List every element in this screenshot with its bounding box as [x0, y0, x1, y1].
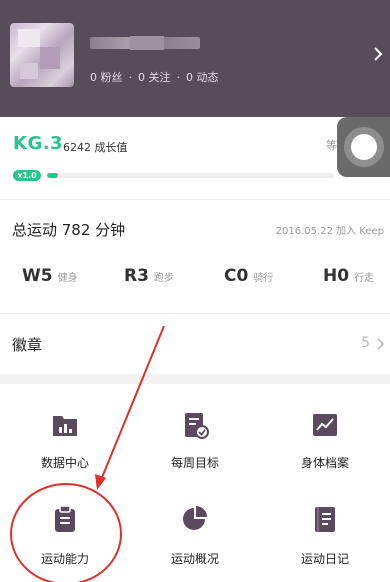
level-progress-bar	[47, 173, 334, 178]
sport-level-label: 跑步	[153, 273, 174, 284]
badges-count: 5	[361, 335, 370, 351]
sport-level-cycling[interactable]: C0 骑行	[224, 266, 273, 286]
grid-item-weekly-goal[interactable]: 每周目标	[130, 394, 260, 494]
sport-level-label: 骑行	[253, 273, 274, 284]
posts-count[interactable]: 0 动态	[186, 71, 219, 84]
profile-header[interactable]: 0 粉丝 · 0 关注 · 0 动态	[0, 0, 390, 117]
floating-assistive-button[interactable]	[337, 117, 390, 177]
grid-item-data-center[interactable]: 数据中心	[0, 394, 130, 494]
divider	[0, 199, 390, 200]
multiplier-badge: x1.0	[13, 170, 41, 181]
chevron-right-icon	[377, 338, 385, 350]
sport-level-label: 健身	[57, 273, 78, 284]
grid-item-label: 运动概况	[170, 552, 219, 566]
clipboard-icon	[55, 505, 75, 532]
level-name: KG.3	[13, 133, 64, 154]
sport-levels-row: W5 健身 R3 跑步 C0 骑行 H0 行走	[0, 266, 390, 286]
badges-row[interactable]: 徽章 5	[0, 330, 390, 358]
separator-dot: ·	[128, 71, 133, 84]
grid-item-exercise-diary[interactable]: 运动日记	[260, 482, 390, 582]
sport-level-running[interactable]: R3 跑步	[124, 266, 174, 286]
sport-level-walking[interactable]: H0 行走	[323, 266, 374, 286]
diary-icon	[315, 507, 335, 532]
sport-level-label: 行走	[354, 273, 375, 284]
sport-level-code: C0	[224, 266, 249, 286]
grid-item-label: 每周目标	[170, 456, 219, 470]
weekly-goal-icon	[185, 413, 209, 439]
join-date: 2016.05.22 加入 Keep	[275, 226, 384, 237]
level-progress-fill	[47, 173, 59, 178]
total-exercise-time: 总运动 782 分钟	[12, 221, 126, 239]
sport-level-code: H0	[323, 266, 350, 286]
grid-item-label: 数据中心	[40, 456, 89, 470]
section-gap	[0, 374, 390, 384]
following-count[interactable]: 0 关注	[138, 71, 171, 84]
grid-item-label: 运动能力	[40, 552, 89, 566]
bar-chart-icon	[53, 416, 77, 436]
badges-title: 徽章	[12, 336, 43, 354]
grid-item-body-record[interactable]: 身体档案	[260, 394, 390, 494]
level-more-link[interactable]: 等	[326, 137, 337, 153]
grid-item-exercise-ability[interactable]: 运动能力	[0, 482, 130, 582]
profile-screen: 0 粉丝 · 0 关注 · 0 动态 KG.3 6242 成长值 等 x1.0 总运动 …	[0, 0, 390, 582]
grid-item-label: 身体档案	[300, 456, 349, 470]
avatar[interactable]	[10, 23, 74, 87]
circle-icon	[351, 134, 377, 160]
grid-item-exercise-overview[interactable]: 运动概况	[130, 482, 260, 582]
chevron-right-icon[interactable]	[372, 45, 384, 63]
grid-item-label: 运动日记	[300, 552, 349, 566]
pie-chart-icon	[183, 506, 207, 530]
divider	[0, 313, 390, 314]
sport-level-workout[interactable]: W5 健身	[22, 266, 78, 286]
separator-dot: ·	[176, 71, 181, 84]
sport-level-code: W5	[22, 266, 53, 286]
line-chart-icon	[313, 414, 337, 436]
follow-stats: 0 粉丝 · 0 关注 · 0 动态	[90, 69, 219, 85]
followers-count[interactable]: 0 粉丝	[90, 71, 123, 84]
growth-value: 6242 成长值	[63, 141, 128, 154]
sport-level-code: R3	[124, 266, 149, 286]
